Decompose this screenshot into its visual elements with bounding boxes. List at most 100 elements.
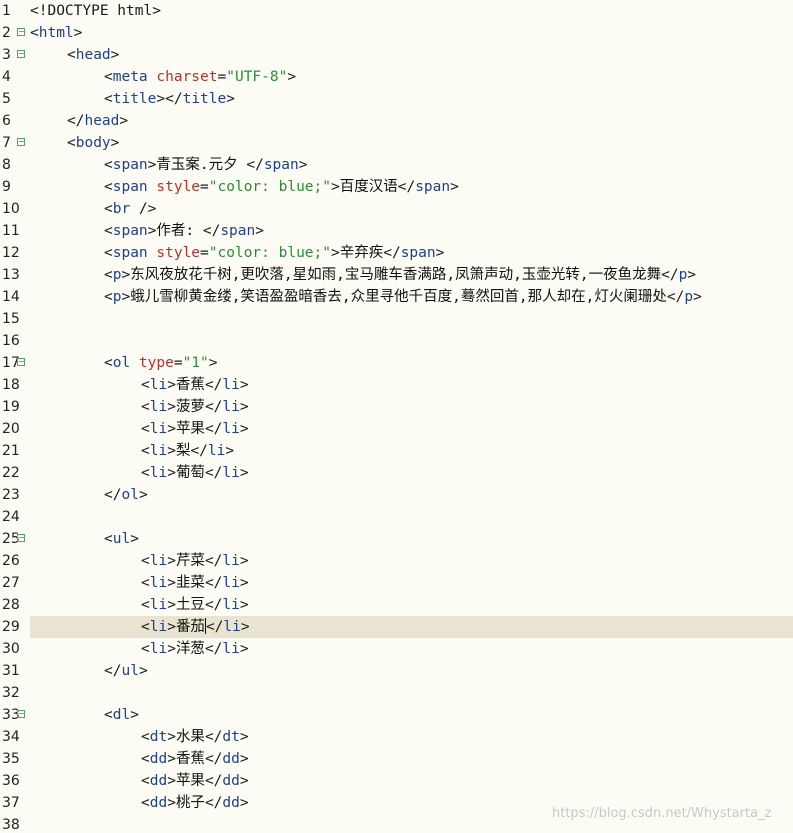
punctuation: > (167, 751, 176, 767)
tag-name: li (149, 597, 168, 613)
code-line[interactable]: 34 <dt>水果</dt> (0, 726, 793, 748)
code-text[interactable]: <li>土豆</li> (30, 594, 249, 616)
punctuation: > (130, 707, 139, 723)
code-text[interactable]: <span>作者: </span> (30, 220, 264, 242)
code-line[interactable]: 7− <body> (0, 132, 793, 154)
code-line[interactable]: 35 <dd>香蕉</dd> (0, 748, 793, 770)
code-line[interactable]: 28 <li>土豆</li> (0, 594, 793, 616)
code-text[interactable]: <li>香蕉</li> (30, 374, 249, 396)
code-line[interactable]: 32 (0, 682, 793, 704)
code-line[interactable]: 14 <p>蛾儿雪柳黄金缕,笑语盈盈暗香去,众里寻他千百度,蓦然回首,那人却在,灯… (0, 286, 793, 308)
punctuation: </ (204, 465, 223, 481)
punctuation: = (173, 355, 183, 371)
text-content: 东风夜放花千树,更吹落,星如雨,宝马雕车香满路,凤箫声动,玉壶光转,一夜鱼龙舞 (130, 267, 662, 283)
code-text[interactable]: <ol type="1"> (30, 352, 218, 374)
code-text[interactable]: <span style="color: blue;">百度汉语</span> (30, 176, 459, 198)
code-text[interactable]: <li>韭菜</li> (30, 572, 249, 594)
code-text[interactable]: </ol> (30, 484, 148, 506)
tag-name: title (182, 91, 227, 107)
code-line[interactable]: 10 <br /> (0, 198, 793, 220)
code-text[interactable]: </head> (30, 110, 128, 132)
code-text[interactable]: <body> (30, 132, 119, 154)
punctuation: < (141, 575, 150, 591)
fold-toggle-icon[interactable]: − (17, 534, 25, 542)
code-text[interactable]: <meta charset="UTF-8"> (30, 66, 296, 88)
tag-name: span (415, 179, 451, 195)
code-line[interactable]: 13 <p>东风夜放花千树,更吹落,星如雨,宝马雕车香满路,凤箫声动,玉壶光转,一… (0, 264, 793, 286)
code-text[interactable]: <li>洋葱</li> (30, 638, 249, 660)
fold-toggle-icon[interactable]: − (17, 138, 25, 146)
fold-toggle-icon[interactable]: − (17, 28, 25, 36)
code-line[interactable]: 27 <li>韭菜</li> (0, 572, 793, 594)
punctuation: > (167, 619, 176, 635)
code-text[interactable]: <dd>苹果</dd> (30, 770, 249, 792)
code-line[interactable]: 1 <!DOCTYPE html> (0, 0, 793, 22)
tag-name: span (112, 245, 148, 261)
line-number: 4 (2, 69, 11, 85)
fold-toggle-icon[interactable]: − (17, 710, 25, 718)
fold-toggle-icon[interactable]: − (17, 358, 25, 366)
code-line[interactable]: 20 <li>苹果</li> (0, 418, 793, 440)
code-text[interactable]: <br /> (30, 198, 156, 220)
code-text[interactable]: <ul> (30, 528, 139, 550)
code-line[interactable]: 15 (0, 308, 793, 330)
code-line[interactable]: 26 <li>芹菜</li> (0, 550, 793, 572)
code-line[interactable]: 11 <span>作者: </span> (0, 220, 793, 242)
code-text[interactable]: <span>青玉案.元夕 </span> (30, 154, 307, 176)
code-line[interactable]: 5 <title></title> (0, 88, 793, 110)
punctuation: > (110, 47, 120, 63)
code-line[interactable]: 9 <span style="color: blue;">百度汉语</span> (0, 176, 793, 198)
watermark: https://blog.csdn.net/Whystarta_z (552, 806, 772, 821)
punctuation: > (130, 531, 139, 547)
code-line[interactable]: 19 <li>菠萝</li> (0, 396, 793, 418)
fold-toggle-icon[interactable]: − (17, 50, 25, 58)
punctuation: </ (204, 641, 223, 657)
code-line[interactable]: 21 <li>梨</li> (0, 440, 793, 462)
code-text[interactable]: <!DOCTYPE html> (30, 0, 161, 22)
code-line[interactable]: 4 <meta charset="UTF-8"> (0, 66, 793, 88)
tag-name: dd (222, 751, 240, 767)
code-line[interactable]: 18 <li>香蕉</li> (0, 374, 793, 396)
code-line[interactable]: 36 <dd>苹果</dd> (0, 770, 793, 792)
code-line[interactable]: 22 <li>葡萄</li> (0, 462, 793, 484)
punctuation: > (331, 245, 340, 261)
punctuation: </ (204, 773, 223, 789)
code-text[interactable]: <li>菠萝</li> (30, 396, 249, 418)
code-text[interactable]: <title></title> (30, 88, 235, 110)
code-text[interactable]: <p>蛾儿雪柳黄金缕,笑语盈盈暗香去,众里寻他千百度,蓦然回首,那人却在,灯火阑… (30, 286, 702, 308)
code-text[interactable]: <li>葡萄</li> (30, 462, 249, 484)
code-line[interactable]: 24 (0, 506, 793, 528)
code-line[interactable]: 33− <dl> (0, 704, 793, 726)
tag-name: span (112, 223, 148, 239)
code-text[interactable]: <li>芹菜</li> (30, 550, 249, 572)
code-text[interactable]: <dt>水果</dt> (30, 726, 249, 748)
code-line[interactable]: 2− <html> (0, 22, 793, 44)
code-text[interactable]: <dd>香蕉</dd> (30, 748, 249, 770)
tag-name: li (149, 553, 168, 569)
code-line[interactable]: 12 <span style="color: blue;">辛弃疾</span> (0, 242, 793, 264)
code-line[interactable]: 25− <ul> (0, 528, 793, 550)
code-text[interactable]: <li>苹果</li> (30, 418, 249, 440)
punctuation: > (239, 729, 249, 745)
punctuation: </ (204, 597, 223, 613)
code-text[interactable]: <li>梨</li> (30, 440, 234, 462)
code-line[interactable]: 16 (0, 330, 793, 352)
code-text[interactable]: <li>番茄</li> (30, 616, 250, 638)
code-line[interactable]: 8 <span>青玉案.元夕 </span> (0, 154, 793, 176)
code-line[interactable]: 31 </ul> (0, 660, 793, 682)
code-line[interactable]: 3− <head> (0, 44, 793, 66)
code-line[interactable]: 29 <li>番茄</li> (2, 616, 793, 638)
code-text[interactable]: <html> (30, 22, 82, 44)
code-text[interactable]: </ul> (30, 660, 148, 682)
code-line[interactable]: 23 </ol> (0, 484, 793, 506)
code-text[interactable]: <dd>桃子</dd> (30, 792, 249, 814)
code-line[interactable]: 17− <ol type="1"> (0, 352, 793, 374)
text-content: 百度汉语 (339, 179, 398, 195)
code-line[interactable]: 30 <li>洋葱</li> (0, 638, 793, 660)
code-text[interactable]: <dl> (30, 704, 139, 726)
code-text[interactable]: <p>东风夜放花千树,更吹落,星如雨,宝马雕车香满路,凤箫声动,玉壶光转,一夜鱼… (30, 264, 696, 286)
code-text[interactable]: <span style="color: blue;">辛弃疾</span> (30, 242, 444, 264)
code-line[interactable]: 6 </head> (0, 110, 793, 132)
code-text[interactable]: <head> (30, 44, 119, 66)
code-editor[interactable]: 1 <!DOCTYPE html> 2− <html> 3− <head> 4 <meta c… (0, 0, 793, 833)
